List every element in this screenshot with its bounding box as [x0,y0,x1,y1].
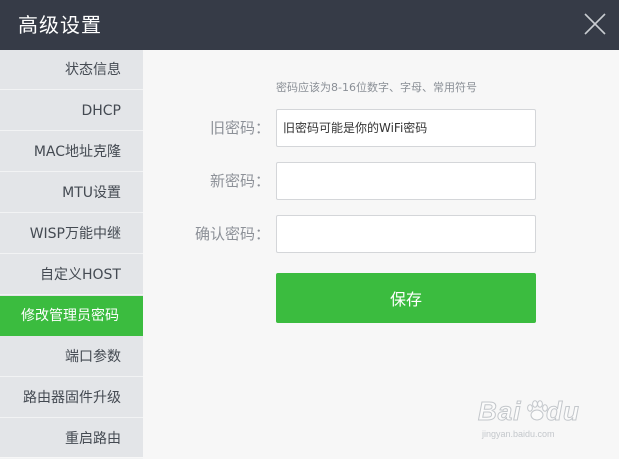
sidebar-item-dhcp[interactable]: DHCP [0,91,143,131]
dialog-title: 高级设置 [18,13,102,37]
sidebar-item-reboot[interactable]: 重启路由 [0,419,143,459]
sidebar-item-change-admin-password[interactable]: 修改管理员密码 [0,296,143,336]
confirm-password-label: 确认密码： [194,225,270,243]
close-button[interactable] [583,12,607,36]
old-password-label: 旧密码： [209,119,270,137]
watermark-url: jingyan.baidu.com [482,429,555,439]
advanced-settings-dialog: 高级设置 状态信息 DHCP MAC地址克隆 MTU设置 WISP万能中继 自定… [0,0,619,459]
save-button[interactable]: 保存 [276,273,536,323]
password-hint: 密码应该为8-16位数字、字母、常用符号 [276,81,477,94]
new-password-input[interactable] [276,162,536,200]
close-icon [584,13,606,35]
baidu-jingyan-watermark: Bai du jingyan.baidu.com [478,396,608,444]
sidebar-item-status-info[interactable]: 状态信息 [0,50,143,90]
new-password-label: 新密码： [209,172,270,190]
confirm-password-input[interactable] [276,215,536,253]
dialog-header: 高级设置 [0,0,619,50]
old-password-input[interactable] [276,109,536,147]
sidebar-item-mtu[interactable]: MTU设置 [0,173,143,213]
sidebar-item-custom-host[interactable]: 自定义HOST [0,255,143,295]
sidebar-item-firmware-upgrade[interactable]: 路由器固件升级 [0,378,143,418]
sidebar-item-wisp[interactable]: WISP万能中继 [0,214,143,254]
sidebar-nav: 状态信息 DHCP MAC地址克隆 MTU设置 WISP万能中继 自定义HOST… [0,50,143,459]
sidebar-item-port-params[interactable]: 端口参数 [0,337,143,377]
sidebar-item-mac-clone[interactable]: MAC地址克隆 [0,132,143,172]
paw-icon [527,400,548,421]
